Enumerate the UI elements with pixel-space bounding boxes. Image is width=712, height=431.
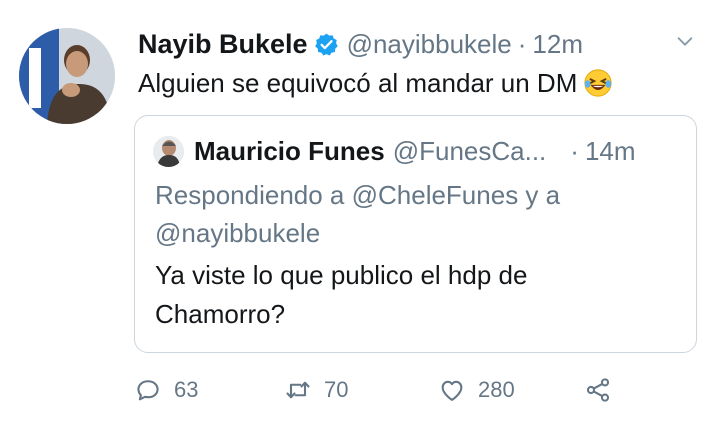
quoted-tweet-header: Mauricio Funes @FunesCa... · 14m <box>153 134 680 168</box>
share-icon <box>586 378 610 402</box>
replying-to: Respondiendo a @CheleFunes y a @nayibbuk… <box>155 176 685 252</box>
separator-dot: · <box>517 28 527 59</box>
replying-to-line-1: Respondiendo a @CheleFunes y a <box>155 180 561 210</box>
laughing-emoji-icon <box>584 69 612 97</box>
retweet-button[interactable]: 70 <box>284 370 348 410</box>
reply-button[interactable]: 63 <box>134 370 198 410</box>
heart-icon <box>441 380 463 401</box>
quoted-text-line-1: Ya viste lo que publico el hdp de <box>155 260 528 290</box>
tweet-body: Alguien se equivocó al mandar un DM <box>138 68 578 98</box>
quoted-tweet-time: 14m <box>584 135 636 166</box>
tweet-header: Nayib Bukele @nayibbukele · 12m <box>138 24 696 64</box>
tweet-time[interactable]: 12m <box>532 29 583 60</box>
author-handle[interactable]: @nayibbukele <box>347 29 512 60</box>
replying-to-line-2: @nayibbukele <box>155 218 321 248</box>
like-count: 280 <box>478 377 515 402</box>
author-name[interactable]: Nayib Bukele <box>138 29 308 60</box>
quoted-text-line-2: Chamorro? <box>155 299 286 329</box>
quoted-author-handle: @FunesCa... <box>392 135 547 166</box>
chevron-down-icon[interactable] <box>674 30 696 52</box>
quoted-separator-dot: · <box>570 135 579 166</box>
reply-count: 63 <box>174 377 199 402</box>
quoted-tweet-card[interactable]: Mauricio Funes @FunesCa... · 14m Respond… <box>134 115 697 353</box>
share-button[interactable] <box>584 370 612 410</box>
tweet-actions: 63 70 280 <box>134 370 634 410</box>
quoted-author-avatar <box>153 135 184 167</box>
tweet-text: Alguien se equivocó al mandar un DM <box>138 66 613 100</box>
author-avatar[interactable] <box>19 28 115 124</box>
retweet-count: 70 <box>324 377 349 402</box>
quoted-author-name: Mauricio Funes <box>194 135 385 166</box>
reply-icon <box>137 380 159 401</box>
quoted-tweet-text: Ya viste lo que publico el hdp de Chamor… <box>155 256 685 334</box>
like-button[interactable]: 280 <box>438 370 515 410</box>
retweet-icon <box>286 381 310 399</box>
verified-badge-icon <box>314 33 338 55</box>
